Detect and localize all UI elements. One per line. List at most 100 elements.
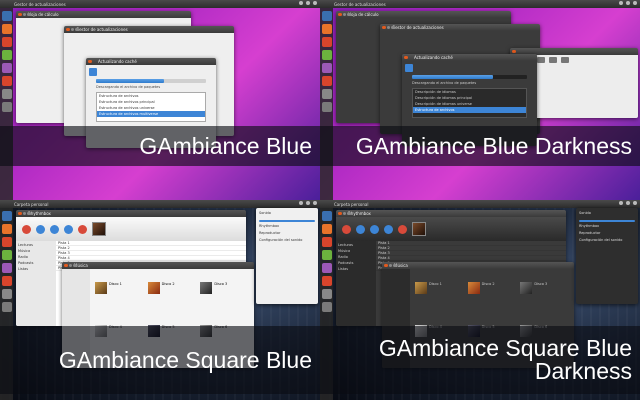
menu-item[interactable]: Reproductor — [579, 231, 635, 238]
menu-item[interactable]: Rhythmbox — [259, 224, 315, 231]
maximize-button[interactable] — [27, 211, 31, 215]
close-button[interactable] — [382, 25, 386, 29]
close-button[interactable] — [18, 12, 22, 16]
close-button[interactable] — [66, 27, 70, 31]
close-button[interactable] — [64, 263, 68, 267]
launcher-icon-home[interactable] — [1, 211, 12, 221]
play-icon[interactable] — [22, 224, 31, 234]
launcher-icon-spreadsheet[interactable] — [1, 250, 12, 260]
download-list[interactable]: Estructura de archivos Estructura de arc… — [96, 92, 206, 122]
close-button[interactable] — [18, 211, 22, 215]
shuffle-icon[interactable] — [384, 224, 393, 234]
launcher-icon-browser[interactable] — [321, 37, 332, 47]
heart-icon[interactable] — [78, 224, 87, 234]
launcher-icon-spreadsheet[interactable] — [321, 250, 332, 260]
maximize-button[interactable] — [347, 211, 351, 215]
menu-item[interactable]: Rhythmbox — [579, 224, 635, 231]
previous-icon[interactable] — [356, 224, 365, 234]
tool-button[interactable] — [549, 57, 557, 63]
file-item[interactable]: Disco 1 — [415, 282, 464, 321]
minimize-button[interactable] — [70, 27, 74, 31]
launcher-icon-files[interactable] — [321, 24, 332, 34]
shuffle-icon[interactable] — [64, 224, 73, 234]
power-icon[interactable] — [633, 1, 637, 5]
sidebar-item[interactable]: Listas — [18, 267, 54, 273]
previous-icon[interactable] — [36, 224, 45, 234]
next-icon[interactable] — [370, 224, 379, 234]
power-icon[interactable] — [633, 201, 637, 205]
network-icon[interactable] — [619, 201, 623, 205]
maximize-button[interactable] — [347, 12, 351, 16]
next-icon[interactable] — [50, 224, 59, 234]
minimize-button[interactable] — [68, 263, 72, 267]
minimize-button[interactable] — [22, 211, 26, 215]
file-item[interactable]: Disco 2 — [467, 282, 517, 321]
menu-item[interactable]: Configuración del sonido — [579, 238, 635, 245]
sidebar-item[interactable]: Listas — [338, 267, 374, 273]
launcher-icon-settings[interactable] — [1, 89, 12, 99]
close-button[interactable] — [512, 49, 516, 53]
volume-slider[interactable] — [259, 220, 315, 222]
close-button[interactable] — [88, 59, 92, 63]
maximize-button[interactable] — [73, 263, 77, 267]
minimize-button[interactable] — [342, 12, 346, 16]
launcher-icon-settings[interactable] — [1, 289, 12, 299]
close-button[interactable] — [338, 12, 342, 16]
launcher-icon-browser[interactable] — [1, 37, 12, 47]
launcher-icon-home[interactable] — [1, 11, 12, 21]
volume-icon[interactable] — [306, 201, 310, 205]
file-item[interactable]: Disco 2 — [147, 282, 197, 321]
minimize-button[interactable] — [388, 263, 392, 267]
minimize-button[interactable] — [22, 12, 26, 16]
close-button[interactable] — [404, 55, 408, 59]
launcher-icon-trash[interactable] — [321, 102, 332, 112]
launcher-icon-music[interactable] — [1, 63, 12, 73]
launcher-icon-spreadsheet[interactable] — [1, 50, 12, 60]
launcher-icon-software[interactable] — [1, 276, 12, 286]
list-item[interactable]: Estructura de archivos — [413, 107, 526, 113]
launcher-icon-files[interactable] — [321, 224, 332, 234]
launcher-icon-spreadsheet[interactable] — [321, 50, 332, 60]
launcher-icon-home[interactable] — [321, 211, 332, 221]
launcher-icon-music[interactable] — [1, 263, 12, 273]
power-icon[interactable] — [313, 201, 317, 205]
tool-button[interactable] — [537, 57, 545, 63]
launcher-icon-music[interactable] — [321, 63, 332, 73]
maximize-button[interactable] — [27, 12, 31, 16]
volume-icon[interactable] — [626, 1, 630, 5]
tool-button[interactable] — [561, 57, 569, 63]
launcher-icon-files[interactable] — [1, 24, 12, 34]
file-item[interactable]: Disco 1 — [95, 282, 144, 321]
close-button[interactable] — [384, 263, 388, 267]
download-list[interactable]: Descripción de idiomas Descripción de id… — [412, 88, 527, 118]
minimize-button[interactable] — [386, 25, 390, 29]
list-item[interactable]: Estructura de archivos multiverse — [97, 111, 205, 117]
close-button[interactable] — [338, 211, 342, 215]
launcher-icon-trash[interactable] — [321, 302, 332, 312]
launcher-icon-home[interactable] — [321, 11, 332, 21]
maximize-button[interactable] — [75, 27, 79, 31]
menu-item[interactable]: Reproductor — [259, 231, 315, 238]
volume-slider[interactable] — [579, 220, 635, 222]
minimize-button[interactable] — [342, 211, 346, 215]
file-item[interactable]: Disco 3 — [200, 282, 249, 321]
volume-icon[interactable] — [306, 1, 310, 5]
launcher-icon-software[interactable] — [321, 76, 332, 86]
launcher-icon-settings[interactable] — [321, 89, 332, 99]
launcher-icon-browser[interactable] — [321, 237, 332, 247]
launcher-icon-files[interactable] — [1, 224, 12, 234]
maximize-button[interactable] — [393, 263, 397, 267]
menu-item[interactable]: Configuración del sonido — [259, 238, 315, 245]
launcher-icon-trash[interactable] — [1, 102, 12, 112]
launcher-icon-software[interactable] — [1, 76, 12, 86]
launcher-icon-settings[interactable] — [321, 289, 332, 299]
launcher-icon-trash[interactable] — [1, 302, 12, 312]
network-icon[interactable] — [619, 1, 623, 5]
launcher-icon-music[interactable] — [321, 263, 332, 273]
launcher-icon-browser[interactable] — [1, 237, 12, 247]
maximize-button[interactable] — [391, 25, 395, 29]
volume-icon[interactable] — [626, 201, 630, 205]
play-icon[interactable] — [342, 224, 351, 234]
heart-icon[interactable] — [398, 224, 407, 234]
network-icon[interactable] — [299, 1, 303, 5]
